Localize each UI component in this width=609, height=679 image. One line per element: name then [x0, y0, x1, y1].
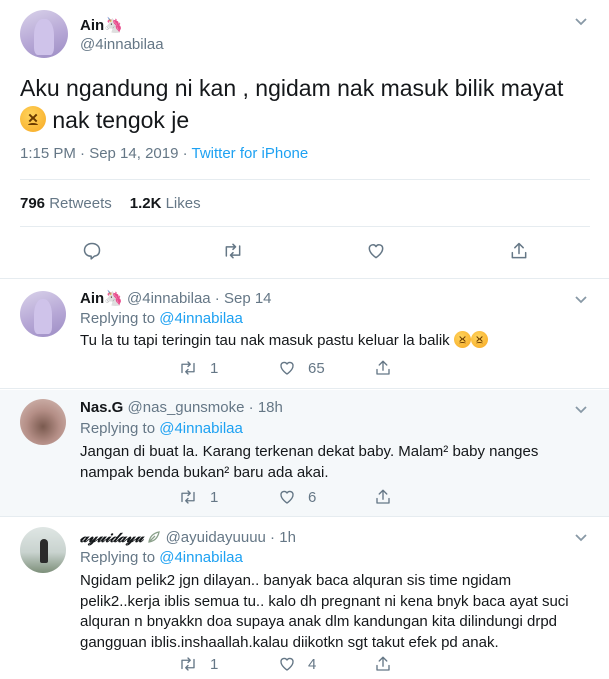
retweet-icon: [181, 657, 195, 671]
tweet-text-line2: nak tengok je: [52, 107, 190, 133]
retweet-button[interactable]: [222, 241, 244, 261]
reply-header: 𝒶𝓎𝓊𝒾𝒹𝒶𝓎𝓊 @ayuidayuuuu · 1h: [80, 528, 296, 546]
reply-tweet[interactable]: 𝒶𝓎𝓊𝒾𝒹𝒶𝓎𝓊 @ayuidayuuuu · 1h Replying to @…: [0, 518, 609, 679]
tweet-stats: 796 Retweets 1.2K Likes: [20, 195, 201, 212]
reply-time[interactable]: 18h: [258, 399, 283, 416]
heart-icon: [280, 657, 294, 671]
avatar[interactable]: [20, 10, 68, 58]
share-button[interactable]: [509, 241, 529, 261]
timestamp[interactable]: 1:15 PM · Sep 14, 2019: [20, 145, 178, 162]
reply-text-line: alquran n bnyakkn doa supaya anak dlm ka…: [80, 613, 558, 630]
like-count: 65: [308, 359, 325, 377]
reply-text: Ngidam pelik2 jgn dilayan.. banyak baca …: [80, 571, 590, 653]
avatar[interactable]: [20, 527, 66, 573]
replying-to-label: Replying to: [80, 420, 156, 437]
heart-icon: [280, 490, 294, 504]
retweet-icon: [225, 243, 241, 259]
like-button[interactable]: [366, 241, 386, 261]
author-name[interactable]: Ain🦄: [80, 16, 123, 34]
reply-text-line: Jangan di buat la. Karang terkenan dekat…: [80, 443, 539, 460]
avatar[interactable]: [20, 291, 66, 337]
retweet-icon: [181, 490, 195, 504]
mention-link[interactable]: @4innabilaa: [159, 549, 243, 566]
reply-time[interactable]: Sep 14: [224, 290, 272, 307]
reply-time[interactable]: 1h: [279, 529, 296, 546]
share-icon: [376, 656, 390, 671]
retweets-stat[interactable]: 796 Retweets: [20, 195, 112, 212]
likes-stat[interactable]: 1.2K Likes: [130, 195, 201, 212]
main-tweet: Ain🦄 @4innabilaa Aku ngandung ni kan , n…: [0, 0, 609, 279]
divider: [20, 226, 590, 227]
replying-to-label: Replying to: [80, 310, 156, 327]
reply-header: Ain🦄 @4innabilaa · Sep 14: [80, 290, 272, 307]
author-name[interactable]: Nas.G: [80, 399, 123, 416]
chevron-down-icon[interactable]: [574, 294, 588, 304]
retweets-label: Retweets: [49, 195, 112, 212]
author-handle[interactable]: @4innabilaa: [80, 36, 164, 53]
reply-button[interactable]: [82, 241, 102, 261]
reply-text: Tu la tu tapi teringin tau nak masuk pas…: [80, 331, 590, 352]
leaf-icon: [147, 529, 165, 546]
share-button[interactable]: [374, 655, 392, 673]
reply-text-line: nampak benda bukan² baru ada akai.: [80, 463, 329, 481]
avatar[interactable]: [20, 399, 66, 445]
persevering-face-emoji: [453, 331, 471, 348]
author-handle[interactable]: @4innabilaa: [127, 290, 211, 307]
retweet-button[interactable]: 1: [178, 655, 218, 673]
share-button[interactable]: [374, 359, 392, 377]
like-count: 4: [308, 655, 317, 673]
replying-to: Replying to @4innabilaa: [80, 420, 243, 437]
chevron-down-icon[interactable]: [574, 404, 588, 414]
author-name[interactable]: Ain🦄: [80, 290, 123, 307]
tweet-text-line1: Aku ngandung ni kan , ngidam nak masuk b…: [20, 75, 564, 101]
replying-to: Replying to @4innabilaa: [80, 549, 243, 566]
reply-text-line: Ngidam pelik2 jgn dilayan.. banyak baca …: [80, 572, 512, 589]
reply-tweet[interactable]: Ain🦄 @4innabilaa · Sep 14 Replying to @4…: [0, 280, 609, 389]
share-icon: [511, 242, 527, 259]
author-name[interactable]: 𝒶𝓎𝓊𝒾𝒹𝒶𝓎𝓊: [80, 528, 143, 546]
reply-button[interactable]: 1: [178, 359, 218, 377]
tweet-text: Aku ngandung ni kan , ngidam nak masuk b…: [20, 72, 590, 136]
replying-to: Replying to @4innabilaa: [80, 310, 243, 327]
reply-tweet[interactable]: Nas.G @nas_gunsmoke · 18h Replying to @4…: [0, 390, 609, 517]
mention-link[interactable]: @4innabilaa: [159, 420, 243, 437]
heart-icon: [280, 361, 294, 375]
chevron-down-icon[interactable]: [574, 16, 588, 26]
reply-text: Jangan di buat la. Karang terkenan dekat…: [80, 442, 590, 483]
like-button[interactable]: 65: [278, 359, 325, 377]
author-handle[interactable]: @nas_gunsmoke: [128, 399, 245, 416]
share-icon: [376, 489, 390, 504]
reply-header: Nas.G @nas_gunsmoke · 18h: [80, 399, 283, 416]
divider: [20, 179, 590, 180]
mention-link[interactable]: @4innabilaa: [159, 310, 243, 327]
share-button[interactable]: [374, 488, 392, 506]
tweet-meta: 1:15 PM · Sep 14, 2019 · Twitter for iPh…: [20, 145, 308, 162]
likes-label: Likes: [165, 195, 201, 212]
like-button[interactable]: 6: [278, 488, 316, 506]
heart-icon: [368, 244, 384, 259]
replying-to-label: Replying to: [80, 549, 156, 566]
reply-text-line: gangguan iblis.inshaallah.kalau diikotkn…: [80, 633, 499, 651]
like-button[interactable]: 4: [278, 655, 316, 673]
likes-count: 1.2K: [129, 195, 162, 212]
persevering-face-emoji: [20, 106, 46, 132]
reply-text-content: Tu la tu tapi teringin tau nak masuk pas…: [80, 332, 450, 349]
author-handle[interactable]: @ayuidayuuuu: [166, 529, 266, 546]
meta-separator: ·: [178, 145, 192, 162]
reply-icon: [83, 242, 101, 260]
retweet-icon: [181, 361, 195, 375]
retweet-count: 1: [210, 488, 219, 506]
retweet-count: 1: [210, 359, 219, 377]
retweets-count: 796: [20, 195, 46, 212]
persevering-face-emoji: [470, 331, 488, 348]
share-icon: [376, 360, 390, 375]
reply-text-line: pelik2..kerja iblis semua tu.. kalo dh p…: [80, 592, 569, 610]
like-count: 6: [308, 488, 317, 506]
retweet-count: 1: [210, 655, 219, 673]
chevron-down-icon[interactable]: [574, 532, 588, 542]
source-link[interactable]: Twitter for iPhone: [192, 145, 309, 162]
retweet-button[interactable]: 1: [178, 488, 218, 506]
